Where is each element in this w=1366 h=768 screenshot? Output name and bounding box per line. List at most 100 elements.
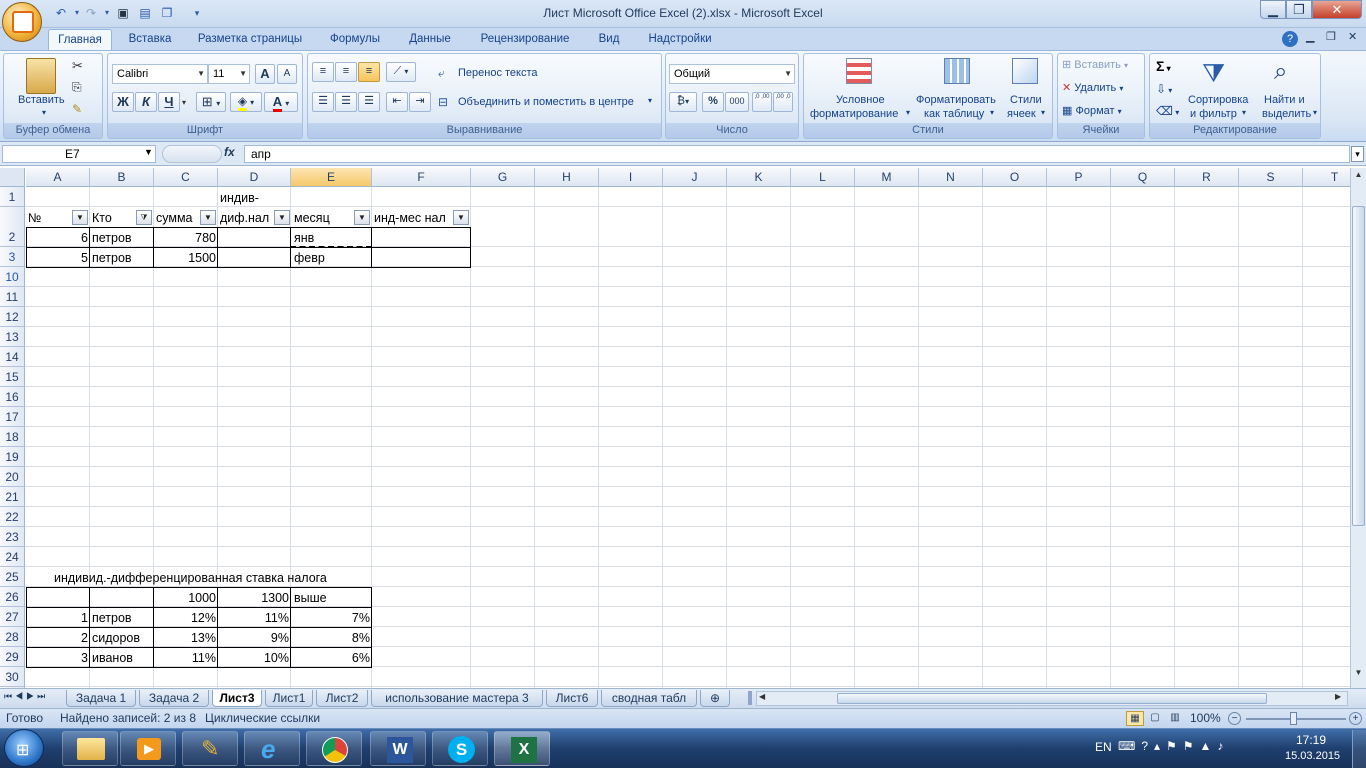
- format-as-table-label1[interactable]: Форматировать: [916, 94, 996, 106]
- filter-dropdown-icon[interactable]: ▼: [274, 210, 290, 225]
- row-header-1[interactable]: 1: [0, 187, 25, 207]
- scroll-up-icon[interactable]: ▲: [1352, 170, 1365, 184]
- taskbar-media-icon[interactable]: ▶: [120, 731, 176, 766]
- row-header-17[interactable]: 17: [0, 407, 25, 427]
- restore-icon[interactable]: ❐: [1286, 0, 1312, 19]
- align-left-icon[interactable]: ☰: [312, 92, 334, 112]
- column-header-t[interactable]: T: [1303, 168, 1350, 187]
- column-header-d[interactable]: D: [218, 168, 291, 187]
- cell-b30[interactable]: иванов: [90, 648, 133, 668]
- wrap-text-button[interactable]: Перенос текста: [458, 67, 538, 79]
- header-sum[interactable]: сумма: [154, 208, 193, 228]
- fill-icon[interactable]: ⇩ ▾: [1156, 82, 1172, 96]
- taskbar-word-icon[interactable]: W: [370, 731, 426, 766]
- conditional-format-label2[interactable]: форматирование: [810, 108, 898, 120]
- format-as-table-label2[interactable]: как таблицу: [924, 108, 984, 120]
- align-bottom-icon[interactable]: ≡: [358, 62, 380, 82]
- cell-d29[interactable]: 9%: [218, 628, 291, 648]
- find-binoculars-icon[interactable]: ⌕: [1274, 58, 1287, 86]
- shrink-font-button[interactable]: A: [277, 64, 297, 84]
- currency-icon[interactable]: ₿▾: [669, 92, 697, 112]
- column-header-k[interactable]: K: [727, 168, 791, 187]
- column-header-s[interactable]: S: [1239, 168, 1303, 187]
- select-all-corner[interactable]: [0, 168, 25, 187]
- row-header-13[interactable]: 13: [0, 327, 25, 347]
- sheet-nav-icons[interactable]: ⏮◀▶⏭: [4, 691, 48, 702]
- format-as-table-icon[interactable]: [944, 58, 970, 84]
- cell-c3[interactable]: 780: [154, 228, 218, 248]
- sheet-tab[interactable]: Задача 1: [66, 690, 136, 707]
- cell-a3[interactable]: 6: [26, 228, 90, 248]
- cell-styles-label2[interactable]: ячеек: [1007, 108, 1036, 120]
- hscroll-thumb[interactable]: [837, 693, 1267, 704]
- sort-filter-icon[interactable]: ⧩: [1202, 58, 1225, 90]
- taskbar-excel-icon[interactable]: X: [494, 731, 550, 766]
- row-header-3[interactable]: 3: [0, 247, 25, 267]
- column-header-h[interactable]: H: [535, 168, 599, 187]
- font-name-combo[interactable]: Calibri ▼: [112, 64, 208, 84]
- help-icon[interactable]: ?: [1282, 31, 1298, 47]
- taskbar-skype-icon[interactable]: S: [432, 731, 488, 766]
- insert-cells-button[interactable]: ⊞ Вставить ▾: [1062, 58, 1128, 71]
- expand-formula-icon[interactable]: ▾: [1351, 146, 1364, 162]
- cell-styles-icon[interactable]: [1012, 58, 1038, 84]
- sheet-tab[interactable]: сводная табл: [601, 690, 697, 707]
- clock-time[interactable]: 17:19: [1296, 733, 1326, 747]
- paste-icon[interactable]: [26, 58, 56, 94]
- row-header-20[interactable]: 20: [0, 467, 25, 487]
- format-cells-button[interactable]: ▦ Формат ▾: [1062, 104, 1122, 117]
- conditional-format-icon[interactable]: [846, 58, 872, 84]
- insert-function-icon[interactable]: fx: [224, 145, 235, 159]
- row-header-10[interactable]: 10: [0, 267, 25, 287]
- bold-button[interactable]: Ж: [112, 92, 134, 112]
- cell-c10[interactable]: 1500: [154, 248, 218, 268]
- row-header-18[interactable]: 18: [0, 427, 25, 447]
- cell-a30[interactable]: 3: [26, 648, 90, 668]
- sheet-tab-active[interactable]: Лист3: [212, 690, 262, 707]
- tab-review[interactable]: Рецензирование: [470, 29, 580, 50]
- sort-filter-label1[interactable]: Сортировка: [1188, 94, 1248, 106]
- decrease-decimal-button[interactable]: ,00 ,0: [773, 92, 793, 112]
- merge-dropdown-icon[interactable]: ▾: [648, 96, 652, 105]
- ribbon-close-icon[interactable]: ✕: [1348, 30, 1357, 43]
- merge-center-button[interactable]: Объединить и поместить в центре: [458, 96, 634, 108]
- zoom-level[interactable]: 100%: [1190, 709, 1221, 728]
- tab-page-layout[interactable]: Разметка страницы: [190, 29, 310, 50]
- filter-dropdown-icon[interactable]: ▼: [453, 210, 469, 225]
- cell-a28[interactable]: 1: [26, 608, 90, 628]
- row-header-21[interactable]: 21: [0, 487, 25, 507]
- thousands-button[interactable]: 000: [725, 92, 749, 112]
- header-indiv-line1[interactable]: индив-: [218, 188, 259, 208]
- filter-dropdown-icon[interactable]: ▼: [354, 210, 370, 225]
- percent-button[interactable]: %: [702, 92, 724, 112]
- row-header-11[interactable]: 11: [0, 287, 25, 307]
- tray-icons[interactable]: ⌨?▴⚑⚑▲♪: [1118, 739, 1229, 753]
- find-select-label1[interactable]: Найти и: [1264, 94, 1305, 106]
- zoom-slider-thumb[interactable]: [1290, 712, 1297, 725]
- tab-formulas[interactable]: Формулы: [322, 29, 388, 50]
- conditional-format-label1[interactable]: Условное: [836, 94, 885, 106]
- row-header-22[interactable]: 22: [0, 507, 25, 527]
- header-no[interactable]: №: [26, 208, 41, 228]
- cell-b10[interactable]: петров: [90, 248, 132, 268]
- taskbar-explorer-icon[interactable]: [62, 731, 118, 766]
- tab-split-handle[interactable]: [748, 691, 752, 705]
- row-header-26[interactable]: 26: [0, 587, 25, 607]
- language-indicator[interactable]: EN: [1095, 740, 1112, 754]
- column-header-l[interactable]: L: [791, 168, 855, 187]
- zoom-out-icon[interactable]: −: [1228, 712, 1241, 725]
- fill-color-button[interactable]: ◈ ▾: [230, 92, 262, 112]
- paste-dropdown-icon[interactable]: ▾: [42, 108, 46, 117]
- column-header-j[interactable]: J: [663, 168, 727, 187]
- grow-font-button[interactable]: A: [255, 64, 275, 84]
- increase-indent-icon[interactable]: ⇥: [409, 92, 431, 112]
- delete-cells-button[interactable]: ✕ Удалить ▾: [1062, 81, 1123, 94]
- scroll-thumb[interactable]: [1352, 206, 1365, 526]
- sheet-tab[interactable]: Лист1: [265, 690, 313, 707]
- cut-icon[interactable]: ✂: [72, 58, 83, 74]
- align-center-icon[interactable]: ☰: [335, 92, 357, 112]
- header-indiv-line2[interactable]: диф.нал: [218, 208, 269, 228]
- column-header-e[interactable]: E: [291, 168, 372, 187]
- cell-d27[interactable]: 1300: [218, 588, 291, 608]
- cell-b29[interactable]: сидоров: [90, 628, 140, 648]
